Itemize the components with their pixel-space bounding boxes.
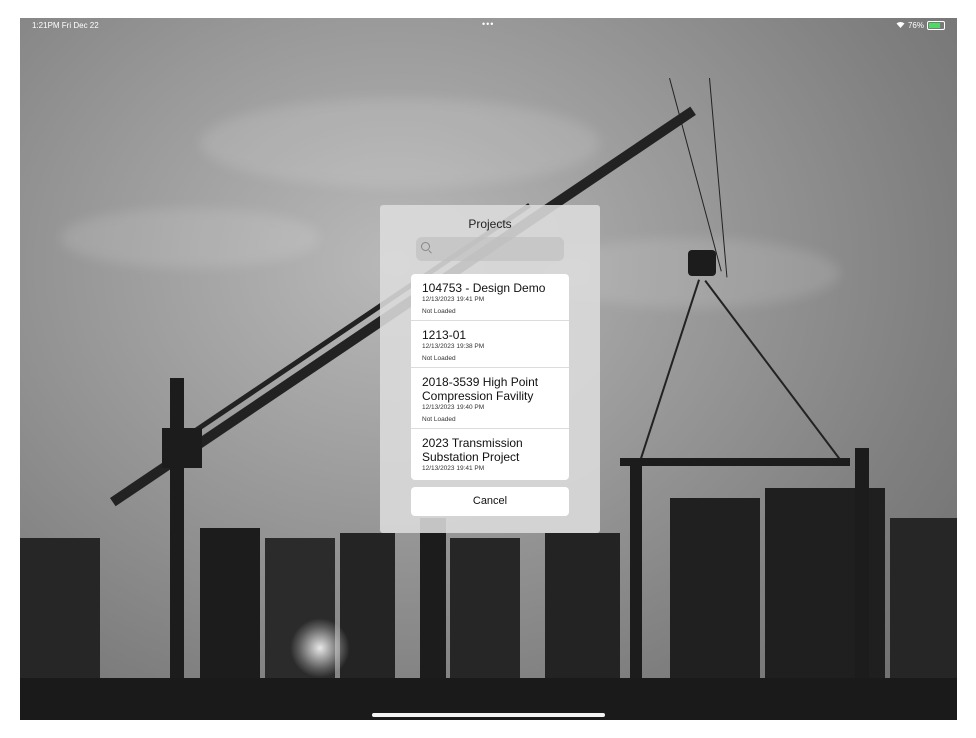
project-item[interactable]: 2018-3539 High Point Compression Favilit…	[411, 368, 569, 429]
popover-title: Projects	[468, 217, 512, 231]
multitasking-dots[interactable]: •••	[482, 19, 494, 29]
project-date: 12/13/2023 19:40 PM	[422, 404, 485, 411]
status-time: 1:21PM Fri Dec 22	[32, 21, 99, 30]
search-icon	[421, 242, 430, 251]
wifi-icon	[896, 21, 905, 30]
status-right: 76%	[896, 21, 945, 30]
cloud	[200, 98, 600, 188]
search-input[interactable]	[416, 237, 564, 261]
project-name: 104753 - Design Demo	[422, 281, 546, 295]
project-list[interactable]: 104753 - Design Demo 12/13/2023 19:41 PM…	[411, 274, 569, 480]
project-item[interactable]: 2023 Transmission Substation Project 12/…	[411, 429, 569, 477]
battery-charging-icon	[927, 21, 945, 30]
crane-cab	[162, 428, 202, 468]
cancel-button[interactable]: Cancel	[411, 487, 569, 516]
sling	[704, 280, 845, 465]
project-name: 2018-3539 High Point Compression Favilit…	[422, 375, 539, 403]
crane-hook	[688, 250, 716, 276]
battery-percent: 76%	[907, 21, 924, 30]
project-item[interactable]: 104753 - Design Demo 12/13/2023 19:41 PM…	[411, 274, 569, 321]
project-name: 2023 Transmission Substation Project	[422, 436, 523, 464]
project-name: 1213-01	[422, 328, 467, 342]
projects-popover: Projects 104753 - Design Demo 12/13/2023…	[380, 205, 600, 533]
steel-beam	[620, 458, 850, 466]
cloud	[60, 208, 320, 268]
status-bar: 1:21PM Fri Dec 22 ••• 76%	[20, 18, 957, 34]
project-date: 12/13/2023 19:41 PM	[422, 296, 485, 303]
project-date: 12/13/2023 19:38 PM	[422, 343, 485, 350]
project-date: 12/13/2023 19:41 PM	[422, 465, 485, 472]
project-status: Not Loaded	[422, 416, 456, 423]
project-status: Not Loaded	[422, 308, 456, 315]
project-item[interactable]: 1213-01 12/13/2023 19:38 PM Not Loaded	[411, 321, 569, 368]
home-indicator[interactable]	[372, 713, 605, 717]
project-status: Not Loaded	[422, 355, 456, 362]
sun-glare	[290, 618, 350, 678]
